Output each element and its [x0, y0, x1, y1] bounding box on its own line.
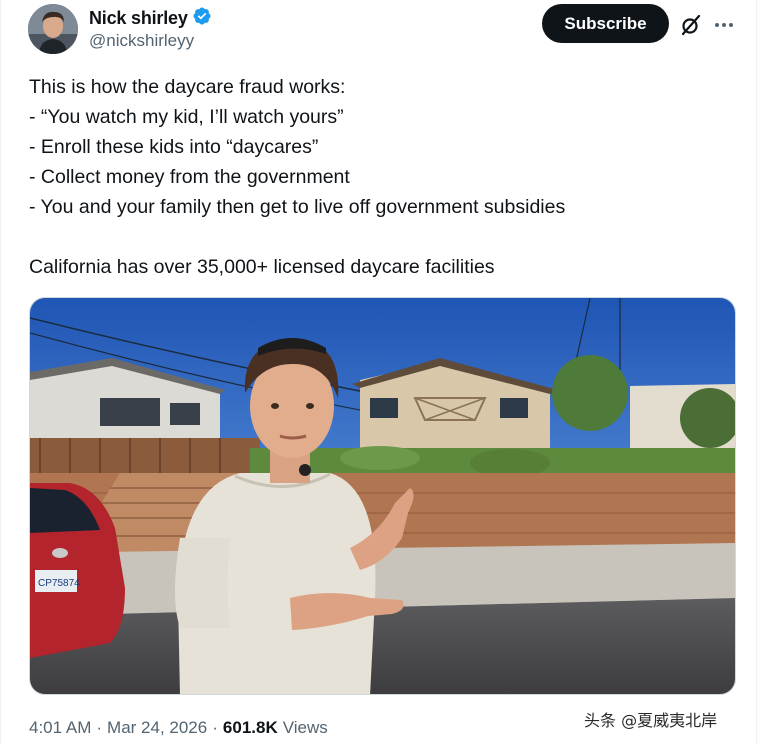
meta-separator: · — [96, 718, 103, 737]
meta-separator: · — [212, 718, 218, 737]
tweet-card: Nick shirley @nickshirleyy Subscribe Thi… — [0, 0, 757, 745]
avatar[interactable] — [28, 4, 78, 54]
watermark-text: 头条 @夏威夷北岸 — [584, 711, 718, 730]
author-handle[interactable]: @nickshirleyy — [89, 31, 194, 51]
tweet-meta: 4:01 AM · Mar 24, 2026 · 601.8K Views — [29, 718, 328, 738]
verified-badge-icon — [192, 6, 212, 31]
tweet-text: This is how the daycare fraud works: - “… — [29, 72, 739, 282]
grok-slash-icon[interactable] — [679, 13, 703, 37]
video-still-image: CP75874 — [30, 298, 735, 694]
tweet-date[interactable]: Mar 24, 2026 — [107, 718, 207, 738]
license-plate-text: CP75874 — [38, 578, 80, 589]
subscribe-button[interactable]: Subscribe — [542, 4, 669, 43]
tweet-line: - You and your family then get to live o… — [29, 196, 566, 218]
tweet-line: - Enroll these kids into “daycares” — [29, 136, 319, 158]
tweet-media-video[interactable]: CP75874 — [29, 297, 736, 695]
tweet-line: - Collect money from the government — [29, 166, 350, 188]
author-name-row[interactable]: Nick shirley — [89, 6, 212, 31]
more-dots-icon[interactable] — [712, 13, 736, 37]
views-count[interactable]: 601.8K — [223, 718, 278, 738]
tweet-time[interactable]: 4:01 AM — [29, 718, 91, 738]
tweet-line: California has over 35,000+ licensed day… — [29, 256, 495, 278]
tweet-line: This is how the daycare fraud works: — [29, 76, 346, 98]
author-display-name[interactable]: Nick shirley — [89, 8, 188, 29]
tweet-line: - “You watch my kid, I’ll watch yours” — [29, 106, 344, 128]
views-label[interactable]: Views — [283, 718, 328, 738]
